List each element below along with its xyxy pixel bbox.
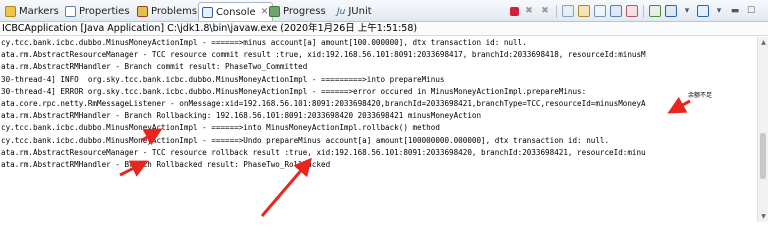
properties-icon [65,6,76,17]
tab-problems[interactable]: Problems [134,2,200,21]
chevron-down-icon[interactable]: ▾ [681,5,693,17]
console-line: ata.rm.AbstractRMHandler - Branch Rollba… [1,111,482,121]
minimize-icon[interactable]: ▬ [729,5,741,17]
tab-label: Markers [19,6,59,17]
console-icon [202,6,213,18]
scroll-down-icon[interactable]: ▼ [759,212,768,221]
maximize-icon[interactable]: ☐ [745,5,757,17]
console-line: 30-thread-4] INFO org.sky.tcc.bank.icbc.… [1,74,445,84]
tab-properties[interactable]: Properties [62,2,133,21]
scrollbar-thumb[interactable] [760,133,766,179]
tab-markers[interactable]: Markers [2,2,62,21]
console-line: ata.rm.AbstractResourceManager - TCC res… [1,147,646,157]
console-output[interactable]: cy.tcc.bank.icbc.dubbo.MinusMoneyActionI… [0,37,756,222]
console-line: ata.rm.AbstractRMHandler - Branch commit… [1,62,308,72]
console-line: ata.core.rpc.netty.RmMessageListener - o… [1,98,646,108]
display-console-icon[interactable] [665,5,677,17]
chevron-down-icon[interactable]: ▾ [713,5,725,17]
console-line: ata.rm.AbstractResourceManager - TCC res… [1,50,646,60]
terminate-icon[interactable] [510,6,519,16]
console-line: cy.tcc.bank.icbc.dubbo.MinusMoneyActionI… [1,123,440,133]
remove-all-launches-icon[interactable]: ✖ [539,5,551,17]
console-line: 30-thread-4] ERROR org.sky.tcc.bank.icbc… [1,86,587,96]
console-toolbar: ✖ ✖ ▾ ▾ ▬ ☐ [508,3,759,19]
vertical-scrollbar[interactable]: ▲ ▼ [757,37,768,222]
progress-icon [269,6,280,17]
tab-progress[interactable]: Progress [266,2,329,21]
clear-console-icon[interactable] [562,5,574,17]
tab-label: Properties [79,6,130,17]
view-tab-bar: Markers Properties Problems Console ✕ Pr… [0,0,768,22]
markers-icon [5,6,16,17]
word-wrap-icon[interactable] [594,5,606,17]
toolbar-divider [643,4,644,18]
remove-launch-icon[interactable]: ✖ [523,5,535,17]
problems-icon [137,6,148,17]
toolbar-divider [556,4,557,18]
scroll-lock-icon[interactable] [578,5,590,17]
tab-console[interactable]: Console ✕ [198,2,274,21]
tab-label: JUnit [348,6,372,17]
tab-label: Progress [283,6,326,17]
console-line: cy.tcc.bank.icbc.dubbo.MinusMoneyActionI… [1,135,610,145]
scroll-up-icon[interactable]: ▲ [759,38,768,47]
console-line: cy.tcc.bank.icbc.dubbo.MinusMoneyActionI… [1,38,527,47]
show-stderr-icon[interactable] [626,5,638,17]
show-stdout-icon[interactable] [610,5,622,17]
tab-junit[interactable]: Ju JUnit [334,2,375,21]
pin-console-icon[interactable] [649,5,661,17]
tab-label: Problems [151,6,198,17]
annotation-note: 余额不足 [687,90,714,99]
tab-label: Console [216,6,256,18]
console-line: ata.rm.AbstractRMHandler - Branch Rollba… [1,159,331,169]
junit-icon: Ju [337,6,346,17]
process-description: ICBCApplication [Java Application] C:\jd… [0,22,768,36]
open-console-icon[interactable] [697,5,709,17]
